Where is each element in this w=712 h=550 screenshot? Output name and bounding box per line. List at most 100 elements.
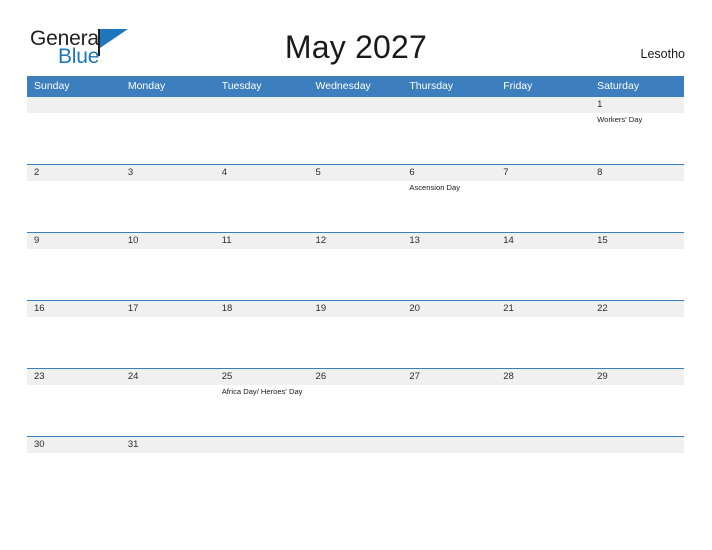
day-events-empty <box>402 317 496 368</box>
date-number[interactable]: 1 <box>590 97 684 113</box>
calendar-week-row: 9 10 11 12 13 14 15 <box>27 232 684 300</box>
calendar-week-row: 2 3 4 5 6 7 8 Ascension Day <box>27 164 684 232</box>
date-number[interactable]: 5 <box>309 165 403 181</box>
date-number-empty <box>590 437 684 453</box>
week-event-band <box>27 317 684 368</box>
week-event-band <box>27 249 684 300</box>
dow-thursday: Thursday <box>409 80 454 92</box>
day-events-empty <box>496 113 590 164</box>
date-number[interactable]: 16 <box>27 301 121 317</box>
date-number[interactable]: 20 <box>402 301 496 317</box>
date-number-empty <box>215 97 309 113</box>
day-events-empty <box>27 113 121 164</box>
week-date-band: 2345678 <box>27 165 684 181</box>
page-header: General Blue May 2027 Lesotho <box>0 0 712 76</box>
date-number-empty <box>402 97 496 113</box>
date-number[interactable]: 17 <box>121 301 215 317</box>
day-events-empty <box>496 181 590 232</box>
date-number-empty <box>496 97 590 113</box>
date-number[interactable]: 25 <box>215 369 309 385</box>
date-number[interactable]: 12 <box>309 233 403 249</box>
date-number[interactable]: 4 <box>215 165 309 181</box>
date-number[interactable]: 18 <box>215 301 309 317</box>
day-events-empty <box>309 113 403 164</box>
date-number[interactable]: 21 <box>496 301 590 317</box>
date-number[interactable]: 29 <box>590 369 684 385</box>
calendar-weeks: 1 Workers' Day 2 3 4 5 6 7 8 Ascension Day 9 10 11 12… <box>27 97 684 504</box>
date-number-empty <box>402 437 496 453</box>
dow-monday: Monday <box>127 80 166 92</box>
date-number-empty <box>215 437 309 453</box>
dow-tuesday: Tuesday <box>221 80 262 92</box>
day-events-empty <box>215 113 309 164</box>
date-number[interactable]: 26 <box>309 369 403 385</box>
day-events-empty <box>309 453 403 504</box>
day-events-empty <box>27 385 121 436</box>
date-number[interactable]: 19 <box>309 301 403 317</box>
day-events-empty <box>496 317 590 368</box>
day-events-empty <box>590 317 684 368</box>
day-events-empty <box>590 453 684 504</box>
day-events-empty <box>121 181 215 232</box>
date-number[interactable]: 8 <box>590 165 684 181</box>
date-number[interactable]: 14 <box>496 233 590 249</box>
date-number-empty <box>309 97 403 113</box>
date-number-empty <box>496 437 590 453</box>
dow-friday: Friday <box>503 80 533 92</box>
week-event-band: Africa Day/ Heroes' Day <box>27 385 684 436</box>
day-events-empty <box>402 385 496 436</box>
day-events-empty <box>590 385 684 436</box>
day-events-empty <box>402 453 496 504</box>
date-number[interactable]: 22 <box>590 301 684 317</box>
calendar-week-row: 30 31 <box>27 436 684 504</box>
dow-wednesday: Wednesday <box>315 80 371 92</box>
date-number[interactable]: 31 <box>121 437 215 453</box>
date-number[interactable]: 30 <box>27 437 121 453</box>
calendar-week-row: 23 24 25 26 27 28 29 Africa Day/ Heroes' Day <box>27 368 684 436</box>
day-events-empty <box>496 453 590 504</box>
day-events-empty <box>27 181 121 232</box>
date-number[interactable]: 28 <box>496 369 590 385</box>
holiday-label: Ascension Day <box>409 183 461 192</box>
dow-saturday: Saturday <box>597 80 640 92</box>
calendar-week-row: 1 Workers' Day <box>27 97 684 164</box>
holiday-label: Africa Day/ Heroes' Day <box>221 387 303 396</box>
day-events-empty <box>121 113 215 164</box>
date-number[interactable]: 10 <box>121 233 215 249</box>
date-number[interactable]: 2 <box>27 165 121 181</box>
day-events: Ascension Day <box>402 181 496 232</box>
week-date-band: 1 <box>27 97 684 113</box>
day-events-empty <box>27 249 121 300</box>
date-number-empty <box>309 437 403 453</box>
week-event-band: Workers' Day <box>27 113 684 164</box>
date-number[interactable]: 6 <box>402 165 496 181</box>
calendar-grid: Sunday Monday Tuesday Wednesday Thursday… <box>27 76 684 504</box>
day-events-empty <box>215 453 309 504</box>
week-event-band: Ascension Day <box>27 181 684 232</box>
date-number[interactable]: 7 <box>496 165 590 181</box>
day-events: Africa Day/ Heroes' Day <box>215 385 309 436</box>
day-events-empty <box>27 453 121 504</box>
date-number-empty <box>27 97 121 113</box>
day-events-empty <box>121 249 215 300</box>
date-number[interactable]: 15 <box>590 233 684 249</box>
day-events-empty <box>496 385 590 436</box>
page-title: May 2027 <box>284 29 428 65</box>
dow-sunday: Sunday <box>34 80 70 92</box>
day-events-empty <box>309 249 403 300</box>
date-number[interactable]: 11 <box>215 233 309 249</box>
date-number[interactable]: 24 <box>121 369 215 385</box>
day-events-empty <box>121 317 215 368</box>
day-events-empty <box>121 385 215 436</box>
day-events-empty <box>309 385 403 436</box>
country-label: Lesotho <box>640 47 685 61</box>
date-number[interactable]: 3 <box>121 165 215 181</box>
day-events-empty <box>309 181 403 232</box>
day-events-empty <box>215 317 309 368</box>
week-date-band: 23 24 25 26 27 28 29 <box>27 369 684 385</box>
day-events-empty <box>215 249 309 300</box>
date-number[interactable]: 13 <box>402 233 496 249</box>
date-number[interactable]: 23 <box>27 369 121 385</box>
date-number[interactable]: 27 <box>402 369 496 385</box>
date-number[interactable]: 9 <box>27 233 121 249</box>
